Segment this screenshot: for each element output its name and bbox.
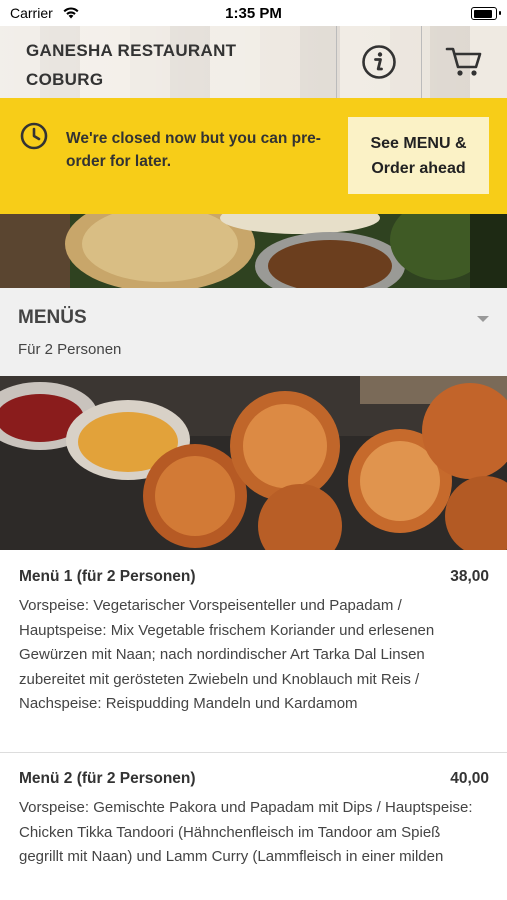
item-price: 38,00: [450, 568, 489, 585]
hero-food-photo: [0, 214, 507, 288]
pakora-photo: [0, 376, 507, 550]
category-image: [0, 376, 507, 550]
see-menu-order-ahead-button[interactable]: See MENU & Order ahead: [348, 117, 489, 194]
battery-icon: [471, 7, 497, 20]
category-subtitle: Für 2 Personen: [18, 341, 122, 358]
closed-banner: We're closed now but you can pre-order f…: [0, 98, 507, 214]
closed-message: We're closed now but you can pre-order f…: [66, 130, 321, 170]
restaurant-header: GANESHA RESTAURANT COBURG: [0, 26, 507, 98]
info-button[interactable]: [337, 26, 421, 98]
category-header[interactable]: MENÜS Für 2 Personen: [0, 288, 507, 376]
status-bar: Carrier 1:35 PM: [0, 0, 507, 26]
menu-item[interactable]: Menü 1 (für 2 Personen) 38,00 Vorspeise:…: [0, 550, 507, 752]
status-time: 1:35 PM: [225, 5, 282, 22]
caret-down-icon: [477, 316, 489, 322]
cart-icon: [445, 47, 482, 76]
menu-item[interactable]: Menü 2 (für 2 Personen) 40,00 Vorspeise:…: [0, 753, 507, 900]
item-price: 40,00: [450, 770, 489, 787]
item-description: Vorspeise: Gemischte Pakora und Papadam …: [19, 799, 473, 865]
category-title: MENÜS: [18, 307, 87, 328]
item-description: Vorspeise: Vegetarischer Vorspeisentelle…: [19, 597, 435, 712]
restaurant-title: GANESHA RESTAURANT COBURG: [26, 41, 237, 89]
hero-image: [0, 214, 507, 288]
cart-button[interactable]: [422, 26, 506, 98]
info-icon: [362, 45, 396, 79]
item-name: Menü 2 (für 2 Personen): [19, 770, 196, 787]
clock-icon: [20, 122, 48, 150]
item-name: Menü 1 (für 2 Personen): [19, 568, 196, 585]
